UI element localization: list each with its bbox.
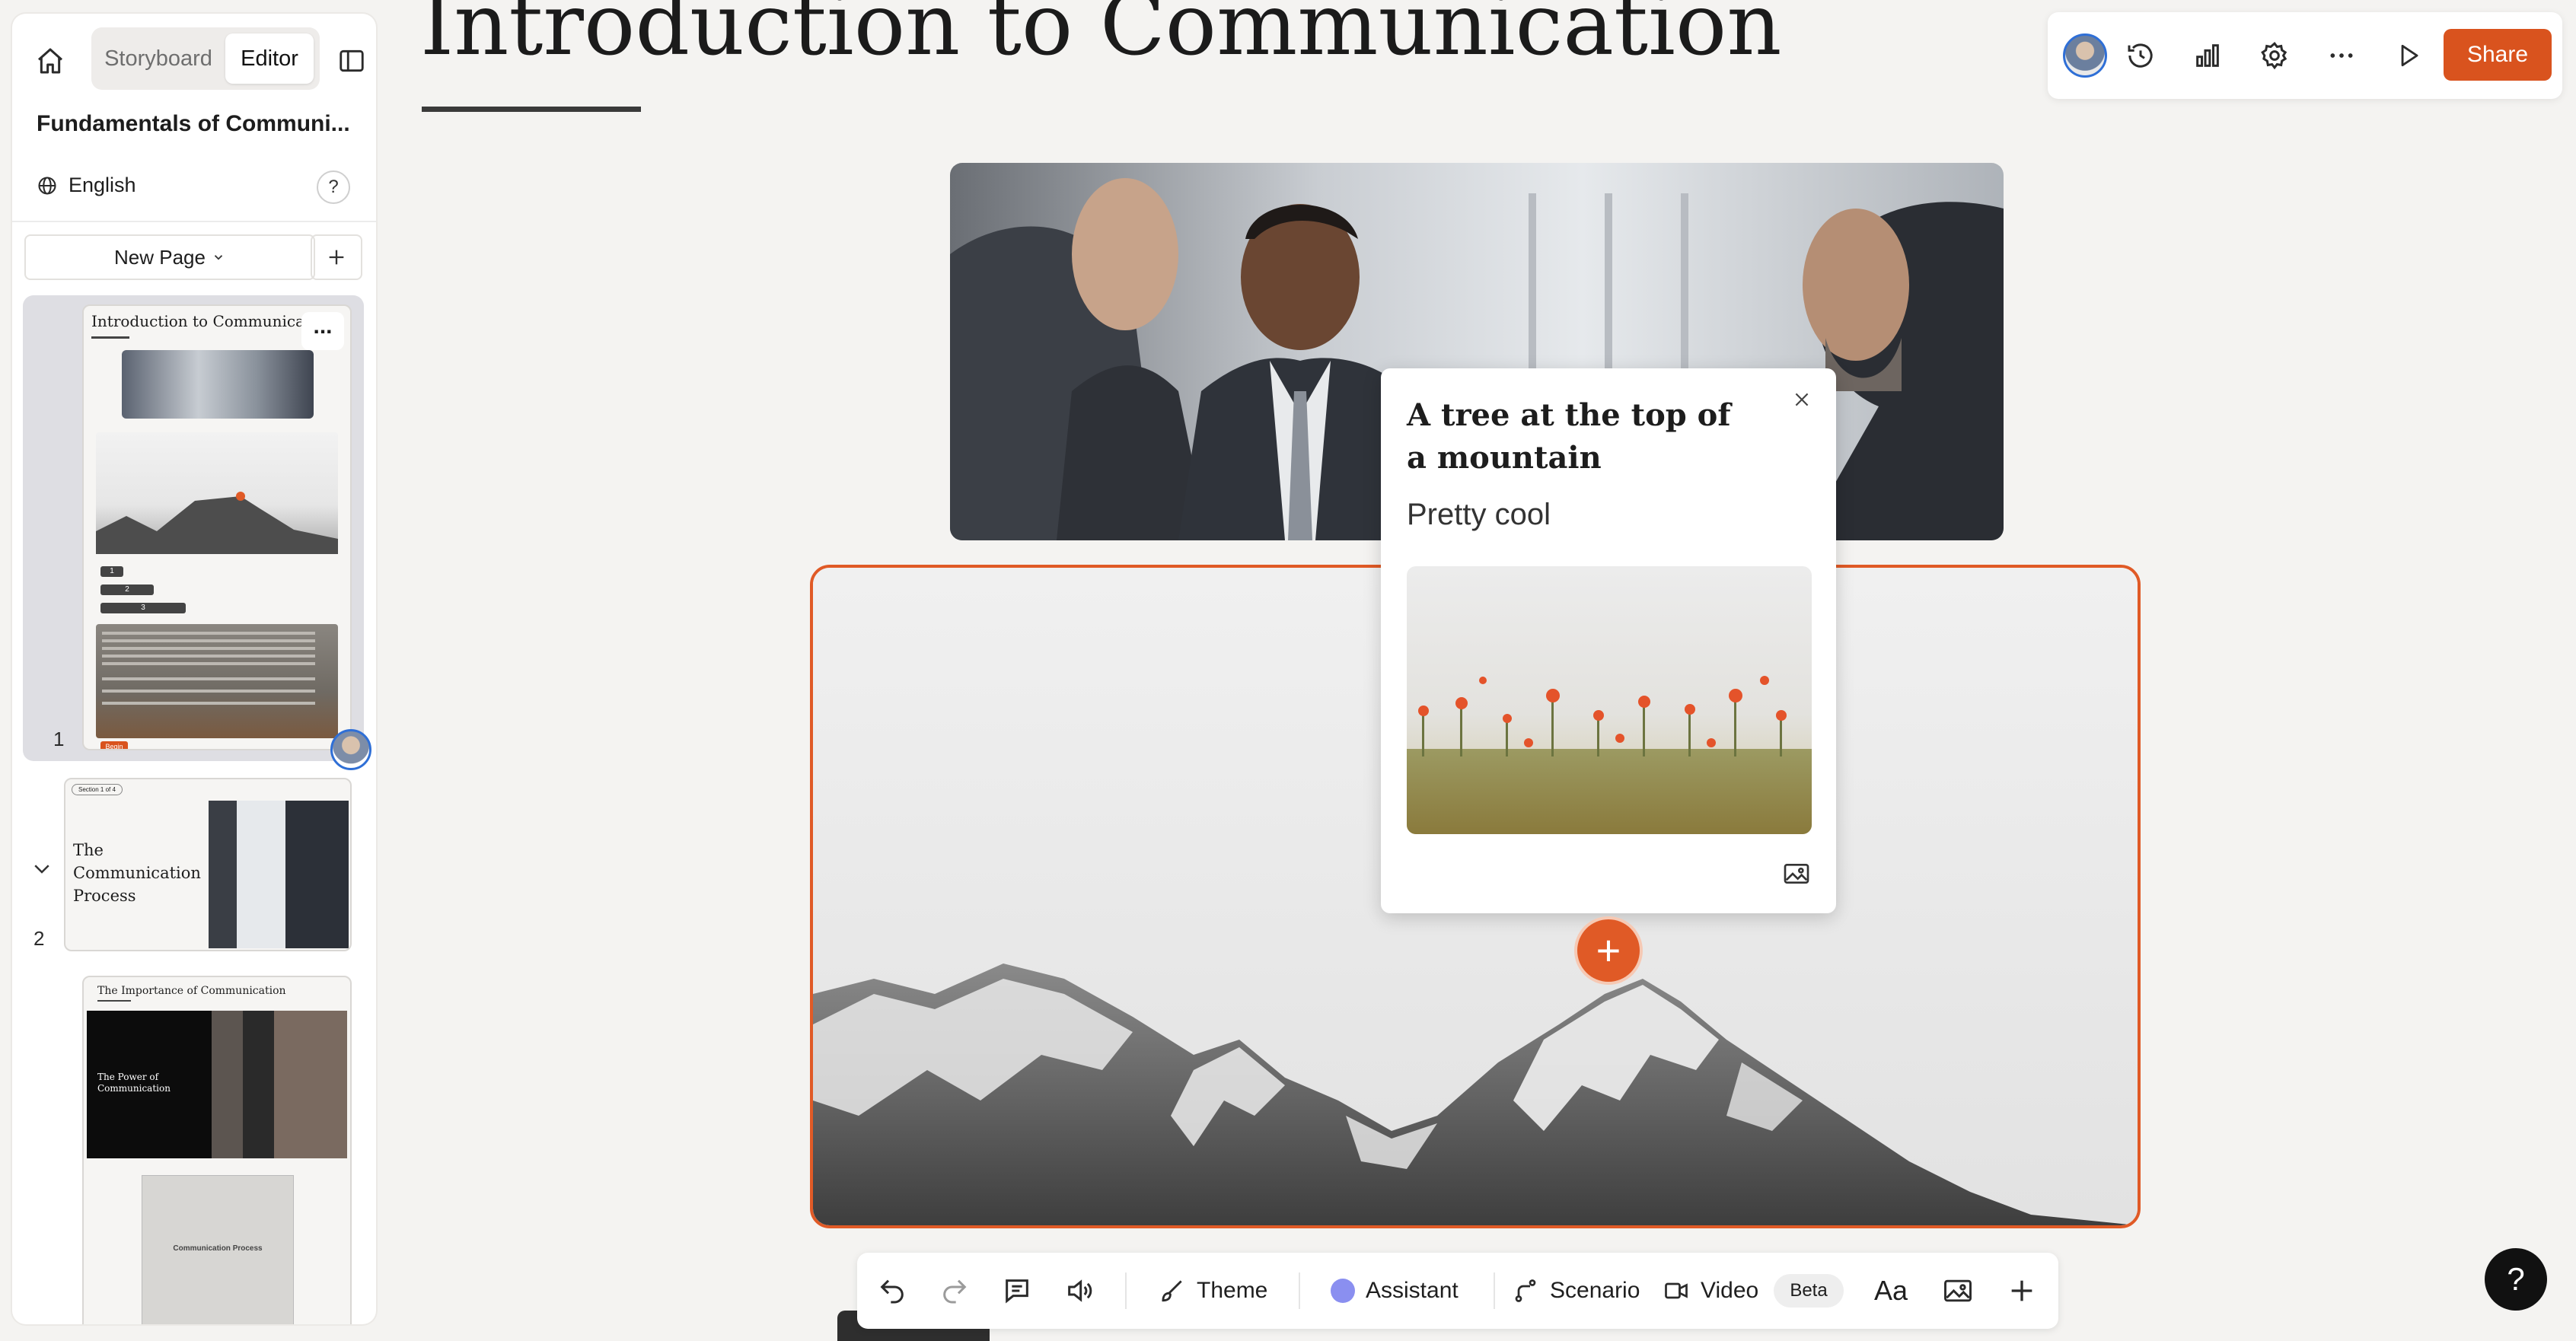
close-icon[interactable] — [1792, 390, 1812, 409]
language-label: English — [69, 174, 136, 196]
video-label: Video — [1701, 1278, 1759, 1303]
assistant-label: Assistant — [1366, 1278, 1459, 1303]
theme-button[interactable]: Theme — [1157, 1253, 1267, 1329]
video-icon — [1665, 1282, 1688, 1299]
language-selector[interactable]: English — [37, 174, 136, 197]
hotspot-marker[interactable]: + — [1577, 919, 1640, 982]
avatar[interactable] — [2063, 33, 2107, 78]
thumb-list-item: 3 — [100, 603, 186, 613]
popup-body-text[interactable]: Pretty cool — [1407, 498, 1551, 532]
play-icon[interactable] — [2390, 37, 2427, 74]
new-page-label: New Page — [114, 245, 206, 269]
thumb-badge: Section 1 of 4 — [72, 784, 123, 795]
thumb-list-item: 2 — [100, 584, 154, 595]
branch-icon — [1515, 1279, 1536, 1302]
thumb-begin-button: Begin — [100, 741, 128, 749]
collaborator-avatar — [330, 729, 371, 770]
brush-icon — [1162, 1280, 1182, 1302]
divider — [1125, 1273, 1127, 1309]
chevron-down-icon — [214, 255, 223, 260]
divider — [1494, 1273, 1495, 1309]
project-title: Fundamentals of Communi... — [37, 111, 350, 136]
view-switch: Storyboard Editor — [91, 27, 320, 90]
analytics-icon[interactable] — [2189, 37, 2226, 74]
plus-icon: + — [1596, 926, 1621, 974]
assistant-dot-icon — [1331, 1279, 1355, 1303]
page-thumbnail-3[interactable]: The Importance of Communication The Powe… — [82, 976, 352, 1324]
add-block-icon[interactable] — [2007, 1253, 2037, 1329]
collapse-chevron-icon[interactable] — [30, 857, 53, 880]
scenario-button[interactable]: Scenario — [1512, 1253, 1640, 1329]
text-style-label: Aa — [1874, 1275, 1908, 1306]
sidebar-toggle-icon[interactable] — [332, 41, 371, 81]
thumb-title: Introduction to Communicati — [91, 312, 316, 330]
popup-title[interactable]: A tree at the top of a mountain — [1407, 394, 1757, 479]
more-icon[interactable] — [2323, 37, 2360, 74]
sidebar: Storyboard Editor Fundamentals of Commun… — [12, 14, 376, 1324]
image-icon[interactable] — [1781, 858, 1812, 889]
divider — [12, 221, 376, 222]
text-style-button[interactable]: Aa — [1874, 1253, 1908, 1329]
divider — [1299, 1273, 1300, 1309]
home-icon[interactable] — [30, 41, 70, 81]
video-button[interactable]: Video — [1663, 1253, 1758, 1329]
help-button[interactable]: ? — [2485, 1248, 2547, 1311]
assistant-button[interactable]: Assistant — [1331, 1253, 1459, 1329]
beta-badge: Beta — [1774, 1274, 1844, 1308]
settings-icon[interactable] — [2256, 37, 2293, 74]
thumb-title: The Importance of Communication — [97, 985, 286, 997]
share-button[interactable]: Share — [2444, 29, 2552, 81]
tab-editor[interactable]: Editor — [225, 33, 314, 84]
comment-icon[interactable] — [1002, 1253, 1032, 1329]
bottom-toolbar: Theme Assistant Scenario Video Beta Aa — [857, 1253, 2058, 1329]
top-toolbar: Share — [2048, 12, 2562, 99]
history-icon[interactable] — [2122, 37, 2159, 74]
help-icon[interactable]: ? — [317, 170, 350, 204]
new-page-button[interactable]: New Page — [24, 234, 315, 280]
insert-image-icon[interactable] — [1941, 1253, 1975, 1329]
thumb-video-title: The Power of Communication — [97, 1072, 171, 1094]
scenario-label: Scenario — [1550, 1278, 1640, 1303]
popup-image-poppy-field[interactable] — [1407, 566, 1812, 834]
audio-icon[interactable] — [1064, 1253, 1095, 1329]
add-page-button[interactable] — [311, 234, 362, 280]
redo-icon[interactable] — [939, 1253, 970, 1329]
globe-icon — [38, 176, 56, 195]
thumb-list-item: 1 — [100, 566, 123, 577]
page-number: 1 — [53, 728, 65, 750]
undo-icon[interactable] — [877, 1253, 907, 1329]
page-menu-icon[interactable]: ... — [301, 312, 344, 350]
theme-label: Theme — [1197, 1278, 1268, 1303]
title-underline — [422, 107, 641, 112]
plus-icon — [329, 250, 344, 265]
page-thumbnail-2[interactable]: Section 1 of 4 The Communication Process — [64, 778, 352, 951]
hotspot-popup: A tree at the top of a mountain Pretty c… — [1381, 368, 1836, 913]
thumb-card-label: Communication Process — [173, 1244, 263, 1253]
page-number: 2 — [33, 927, 45, 950]
thumb-title: The Communication Process — [73, 841, 201, 905]
tab-storyboard[interactable]: Storyboard — [97, 33, 219, 84]
page-thumbnail-1[interactable]: Introduction to Communicati 1 2 3 Begin — [82, 304, 352, 750]
page-title[interactable]: Introduction to Communication — [420, 0, 1781, 75]
